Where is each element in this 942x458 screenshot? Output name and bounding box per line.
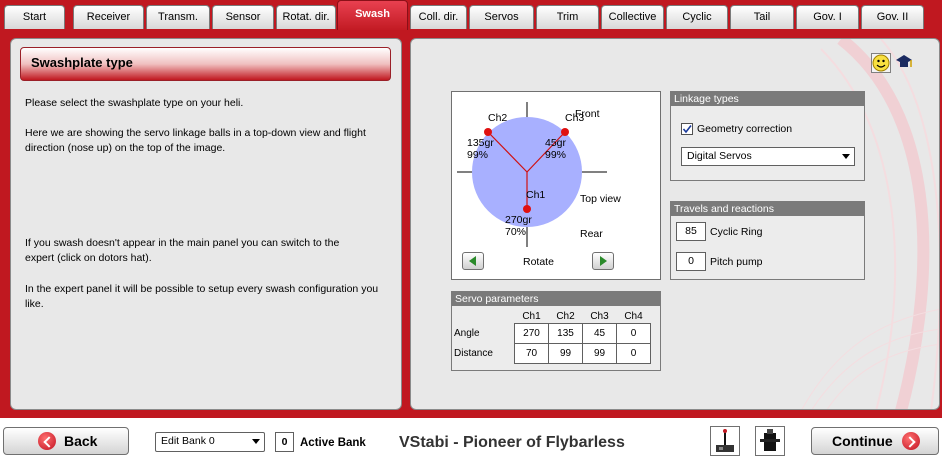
servo-button[interactable] bbox=[755, 426, 785, 456]
info-text-1: Please select the swashplate type on you… bbox=[25, 97, 244, 109]
back-label: Back bbox=[64, 433, 98, 449]
tab-coll-dir[interactable]: Coll. dir. bbox=[410, 5, 467, 29]
active-bank-label: Active Bank bbox=[300, 437, 366, 449]
swash-diagram: Ch2 Ch3 Front 135gr 99% 45gr 99% Ch1 Top… bbox=[451, 91, 661, 280]
tab-servos[interactable]: Servos bbox=[469, 5, 534, 29]
servo-type-select[interactable]: Digital Servos bbox=[681, 147, 855, 166]
tab-transm[interactable]: Transm. bbox=[146, 5, 210, 29]
page-title: Swashplate type bbox=[31, 55, 133, 70]
servo-parameters-group: Servo parameters Ch1 Ch2 Ch3 Ch4 Angle 2… bbox=[451, 291, 661, 371]
angle-row-label: Angle bbox=[454, 328, 480, 339]
doctor-hat-icon[interactable] bbox=[895, 53, 913, 71]
rear-label: Rear bbox=[580, 228, 603, 240]
info-text-2: Here we are showing the servo linkage ba… bbox=[25, 127, 366, 154]
rotate-label: Rotate bbox=[523, 256, 554, 268]
col-header-ch3: Ch3 bbox=[590, 310, 609, 322]
top-view-label: Top view bbox=[580, 193, 621, 205]
tab-cyclic[interactable]: Cyclic bbox=[666, 5, 728, 29]
back-button[interactable]: Back bbox=[3, 427, 129, 455]
rotate-left-button[interactable] bbox=[462, 252, 484, 270]
col-header-ch4: Ch4 bbox=[624, 310, 643, 322]
tab-receiver[interactable]: Receiver bbox=[73, 5, 144, 29]
tab-gov-1[interactable]: Gov. I bbox=[796, 5, 859, 29]
tab-tail[interactable]: Tail bbox=[730, 5, 794, 29]
distance-ch1-input[interactable]: 70 bbox=[514, 343, 549, 364]
edit-bank-select[interactable]: Edit Bank 0 bbox=[155, 432, 265, 452]
distance-ch3-input[interactable]: 99 bbox=[582, 343, 617, 364]
active-bank-value: 0 bbox=[275, 432, 294, 452]
pitch-pump-label: Pitch pump bbox=[710, 256, 763, 268]
tab-trim[interactable]: Trim bbox=[536, 5, 599, 29]
info-text-3: If you swash doesn't appear in the main … bbox=[25, 237, 340, 264]
ch2-distance: 99% bbox=[467, 149, 489, 161]
ch1-label: Ch1 bbox=[526, 189, 546, 201]
angle-ch2-input[interactable]: 135 bbox=[548, 323, 583, 344]
tab-collective[interactable]: Collective bbox=[601, 5, 664, 29]
swash-plate-graphic bbox=[457, 102, 607, 247]
tab-bar: Start Receiver Transm. Sensor Rotat. dir… bbox=[0, 0, 942, 33]
arrow-left-icon bbox=[469, 256, 476, 266]
servo-parameters-title: Servo parameters bbox=[452, 292, 660, 306]
front-label: Front bbox=[575, 108, 600, 120]
ch1-angle: 270gr bbox=[505, 214, 532, 226]
servo-parameters-table: Ch1 Ch2 Ch3 Ch4 Angle 270 135 45 0 Dista… bbox=[454, 309, 651, 364]
tab-start[interactable]: Start bbox=[4, 5, 65, 29]
servo-icon bbox=[760, 429, 780, 451]
arrow-right-icon bbox=[600, 256, 607, 266]
distance-ch2-input[interactable]: 99 bbox=[548, 343, 583, 364]
travels-reactions-group: Travels and reactions 85 Cyclic Ring 0 P… bbox=[670, 201, 865, 280]
info-panel bbox=[10, 38, 402, 410]
tab-gov-2[interactable]: Gov. II bbox=[861, 5, 924, 29]
app-title: VStabi - Pioneer of Flybarless bbox=[399, 434, 625, 451]
rotate-right-button[interactable] bbox=[592, 252, 614, 270]
pitch-pump-input[interactable]: 0 bbox=[676, 252, 706, 271]
ch1-distance: 70% bbox=[505, 226, 527, 238]
tab-rotat-dir[interactable]: Rotat. dir. bbox=[276, 5, 336, 29]
angle-ch3-input[interactable]: 45 bbox=[582, 323, 617, 344]
ch2-angle: 135gr bbox=[467, 137, 494, 149]
angle-ch4-input[interactable]: 0 bbox=[616, 323, 651, 344]
back-arrow-icon bbox=[38, 432, 56, 450]
transmitter-button[interactable] bbox=[710, 426, 740, 456]
cyclic-ring-input[interactable]: 85 bbox=[676, 222, 706, 241]
chevron-down-icon bbox=[252, 439, 260, 444]
servo-type-value: Digital Servos bbox=[687, 150, 752, 162]
info-text-4: In the expert panel it will be possible … bbox=[25, 283, 379, 310]
transmitter-icon bbox=[716, 429, 734, 452]
geometry-correction-label: Geometry correction bbox=[697, 123, 793, 135]
cyclic-ring-label: Cyclic Ring bbox=[710, 226, 763, 238]
continue-button[interactable]: Continue bbox=[811, 427, 939, 455]
geometry-correction-checkbox[interactable] bbox=[681, 123, 693, 135]
chevron-down-icon bbox=[842, 154, 850, 159]
checkmark-icon bbox=[682, 125, 692, 134]
tab-sensor[interactable]: Sensor bbox=[212, 5, 274, 29]
ch3-distance: 99% bbox=[545, 149, 567, 161]
linkage-types-group: Linkage types Geometry correction Digita… bbox=[670, 91, 865, 181]
smiley-icon bbox=[872, 54, 890, 72]
tab-swash[interactable]: Swash bbox=[337, 0, 408, 33]
travels-reactions-title: Travels and reactions bbox=[671, 202, 864, 216]
edit-bank-value: Edit Bank 0 bbox=[161, 435, 215, 447]
col-header-ch2: Ch2 bbox=[556, 310, 575, 322]
col-header-ch1: Ch1 bbox=[522, 310, 541, 322]
distance-ch4-input[interactable]: 0 bbox=[616, 343, 651, 364]
ch2-label: Ch2 bbox=[488, 112, 508, 124]
ch3-angle: 45gr bbox=[545, 137, 567, 149]
continue-arrow-icon bbox=[902, 432, 920, 450]
continue-label: Continue bbox=[832, 433, 893, 449]
smiley-button[interactable] bbox=[871, 53, 891, 73]
distance-row-label: Distance bbox=[454, 348, 493, 359]
linkage-types-title: Linkage types bbox=[671, 92, 864, 106]
angle-ch1-input[interactable]: 270 bbox=[514, 323, 549, 344]
